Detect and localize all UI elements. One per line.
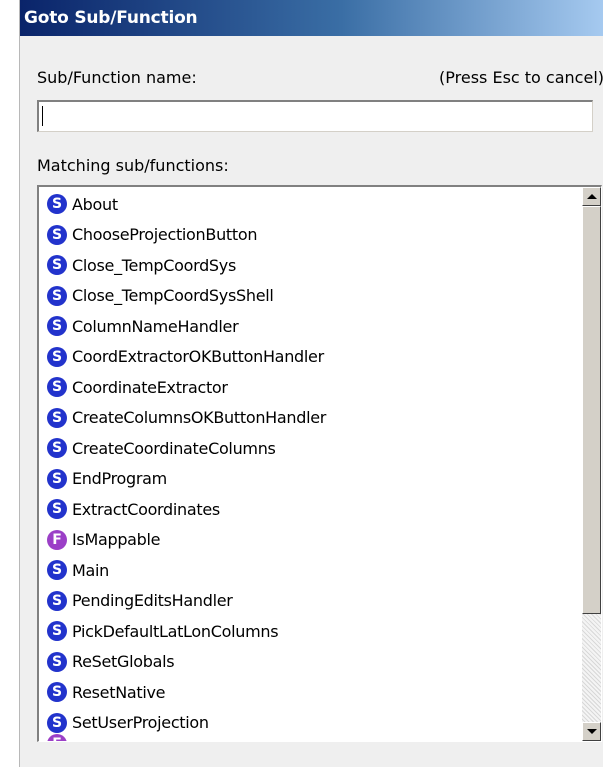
sub-icon: S <box>47 346 67 367</box>
arrow-up-icon <box>587 194 597 199</box>
list-item[interactable]: S ChooseProjectionButton <box>47 220 557 251</box>
list-item[interactable]: S CreateColumnsOKButtonHandler <box>47 403 557 434</box>
sub-icon: S <box>47 255 67 276</box>
list-item-label: Main <box>72 560 109 580</box>
sub-icon: S <box>47 438 67 459</box>
sub-function-name-label: Sub/Function name: <box>37 68 197 87</box>
list-item-label: About <box>72 194 118 214</box>
vertical-scrollbar[interactable] <box>582 187 601 741</box>
list-item-label: ResetNative <box>72 682 166 702</box>
list-item[interactable]: S PendingEditsHandler <box>47 586 557 617</box>
list-item-label: PickDefaultLatLonColumns <box>72 621 279 641</box>
list-item[interactable]: S Close_TempCoordSys <box>47 250 557 281</box>
sub-icon: S <box>47 590 67 611</box>
list-item-label: CoordinateExtractor <box>72 377 228 397</box>
function-icon: F <box>47 734 67 741</box>
sub-icon: S <box>47 194 67 215</box>
dialog-title: Goto Sub/Function <box>24 8 198 28</box>
sub-icon: S <box>47 499 67 520</box>
list-item[interactable]: S PickDefaultLatLonColumns <box>47 616 557 647</box>
list-item[interactable]: S Main <box>47 555 557 586</box>
partially-visible-list-item: F <box>47 734 67 741</box>
list-item[interactable]: S ExtractCoordinates <box>47 494 557 525</box>
function-icon: F <box>47 529 67 550</box>
sub-icon: S <box>47 407 67 428</box>
scroll-thumb[interactable] <box>582 206 601 614</box>
list-item-label: ChooseProjectionButton <box>72 225 258 245</box>
list-item[interactable]: S CoordExtractorOKButtonHandler <box>47 342 557 373</box>
list-item[interactable]: S Close_TempCoordSysShell <box>47 281 557 312</box>
list-item[interactable]: S CoordinateExtractor <box>47 372 557 403</box>
list-item-label: CoordExtractorOKButtonHandler <box>72 347 324 367</box>
list-item-label: ExtractCoordinates <box>72 499 220 519</box>
list-item[interactable]: S About <box>47 189 557 220</box>
arrow-down-icon <box>587 729 597 734</box>
list-item-label: CreateColumnsOKButtonHandler <box>72 408 327 428</box>
sub-icon: S <box>47 316 67 337</box>
goto-sub-function-dialog: Goto Sub/Function Sub/Function name: (Pr… <box>19 0 603 767</box>
list-item-label: ReSetGlobals <box>72 652 175 672</box>
sub-icon: S <box>47 712 67 733</box>
list-item-label: Close_TempCoordSys <box>72 255 236 275</box>
list-item[interactable]: S ColumnNameHandler <box>47 311 557 342</box>
sub-function-name-input[interactable] <box>37 100 593 132</box>
sub-icon: S <box>47 560 67 581</box>
list-items: S About S ChooseProjectionButton S Close_Temp… <box>47 189 557 738</box>
list-item[interactable]: S SetUserProjection <box>47 708 557 739</box>
list-item[interactable]: S EndProgram <box>47 464 557 495</box>
list-item-label: PendingEditsHandler <box>72 591 233 611</box>
list-item[interactable]: S ReSetGlobals <box>47 647 557 678</box>
title-bar[interactable]: Goto Sub/Function <box>20 0 603 36</box>
matching-list-label: Matching sub/functions: <box>37 156 229 175</box>
scroll-down-button[interactable] <box>582 722 601 741</box>
scroll-up-button[interactable] <box>582 187 601 206</box>
list-item-label: ColumnNameHandler <box>72 316 239 336</box>
list-item[interactable]: S CreateCoordinateColumns <box>47 433 557 464</box>
list-item[interactable]: F IsMappable <box>47 525 557 556</box>
list-item[interactable]: S ResetNative <box>47 677 557 708</box>
sub-icon: S <box>47 224 67 245</box>
list-item-label: Close_TempCoordSysShell <box>72 286 274 306</box>
sub-icon: S <box>47 468 67 489</box>
list-item-label: CreateCoordinateColumns <box>72 438 276 458</box>
list-item-label: SetUserProjection <box>72 713 209 733</box>
sub-icon: S <box>47 651 67 672</box>
matching-sub-functions-list[interactable]: S About S ChooseProjectionButton S Close_Temp… <box>37 185 602 742</box>
text-caret <box>42 106 43 126</box>
escape-hint-label: (Press Esc to cancel) <box>439 68 603 87</box>
sub-icon: S <box>47 285 67 306</box>
sub-icon: S <box>47 377 67 398</box>
sub-icon: S <box>47 682 67 703</box>
list-item-label: EndProgram <box>72 469 167 489</box>
sub-icon: S <box>47 621 67 642</box>
list-item-label: IsMappable <box>72 530 161 550</box>
